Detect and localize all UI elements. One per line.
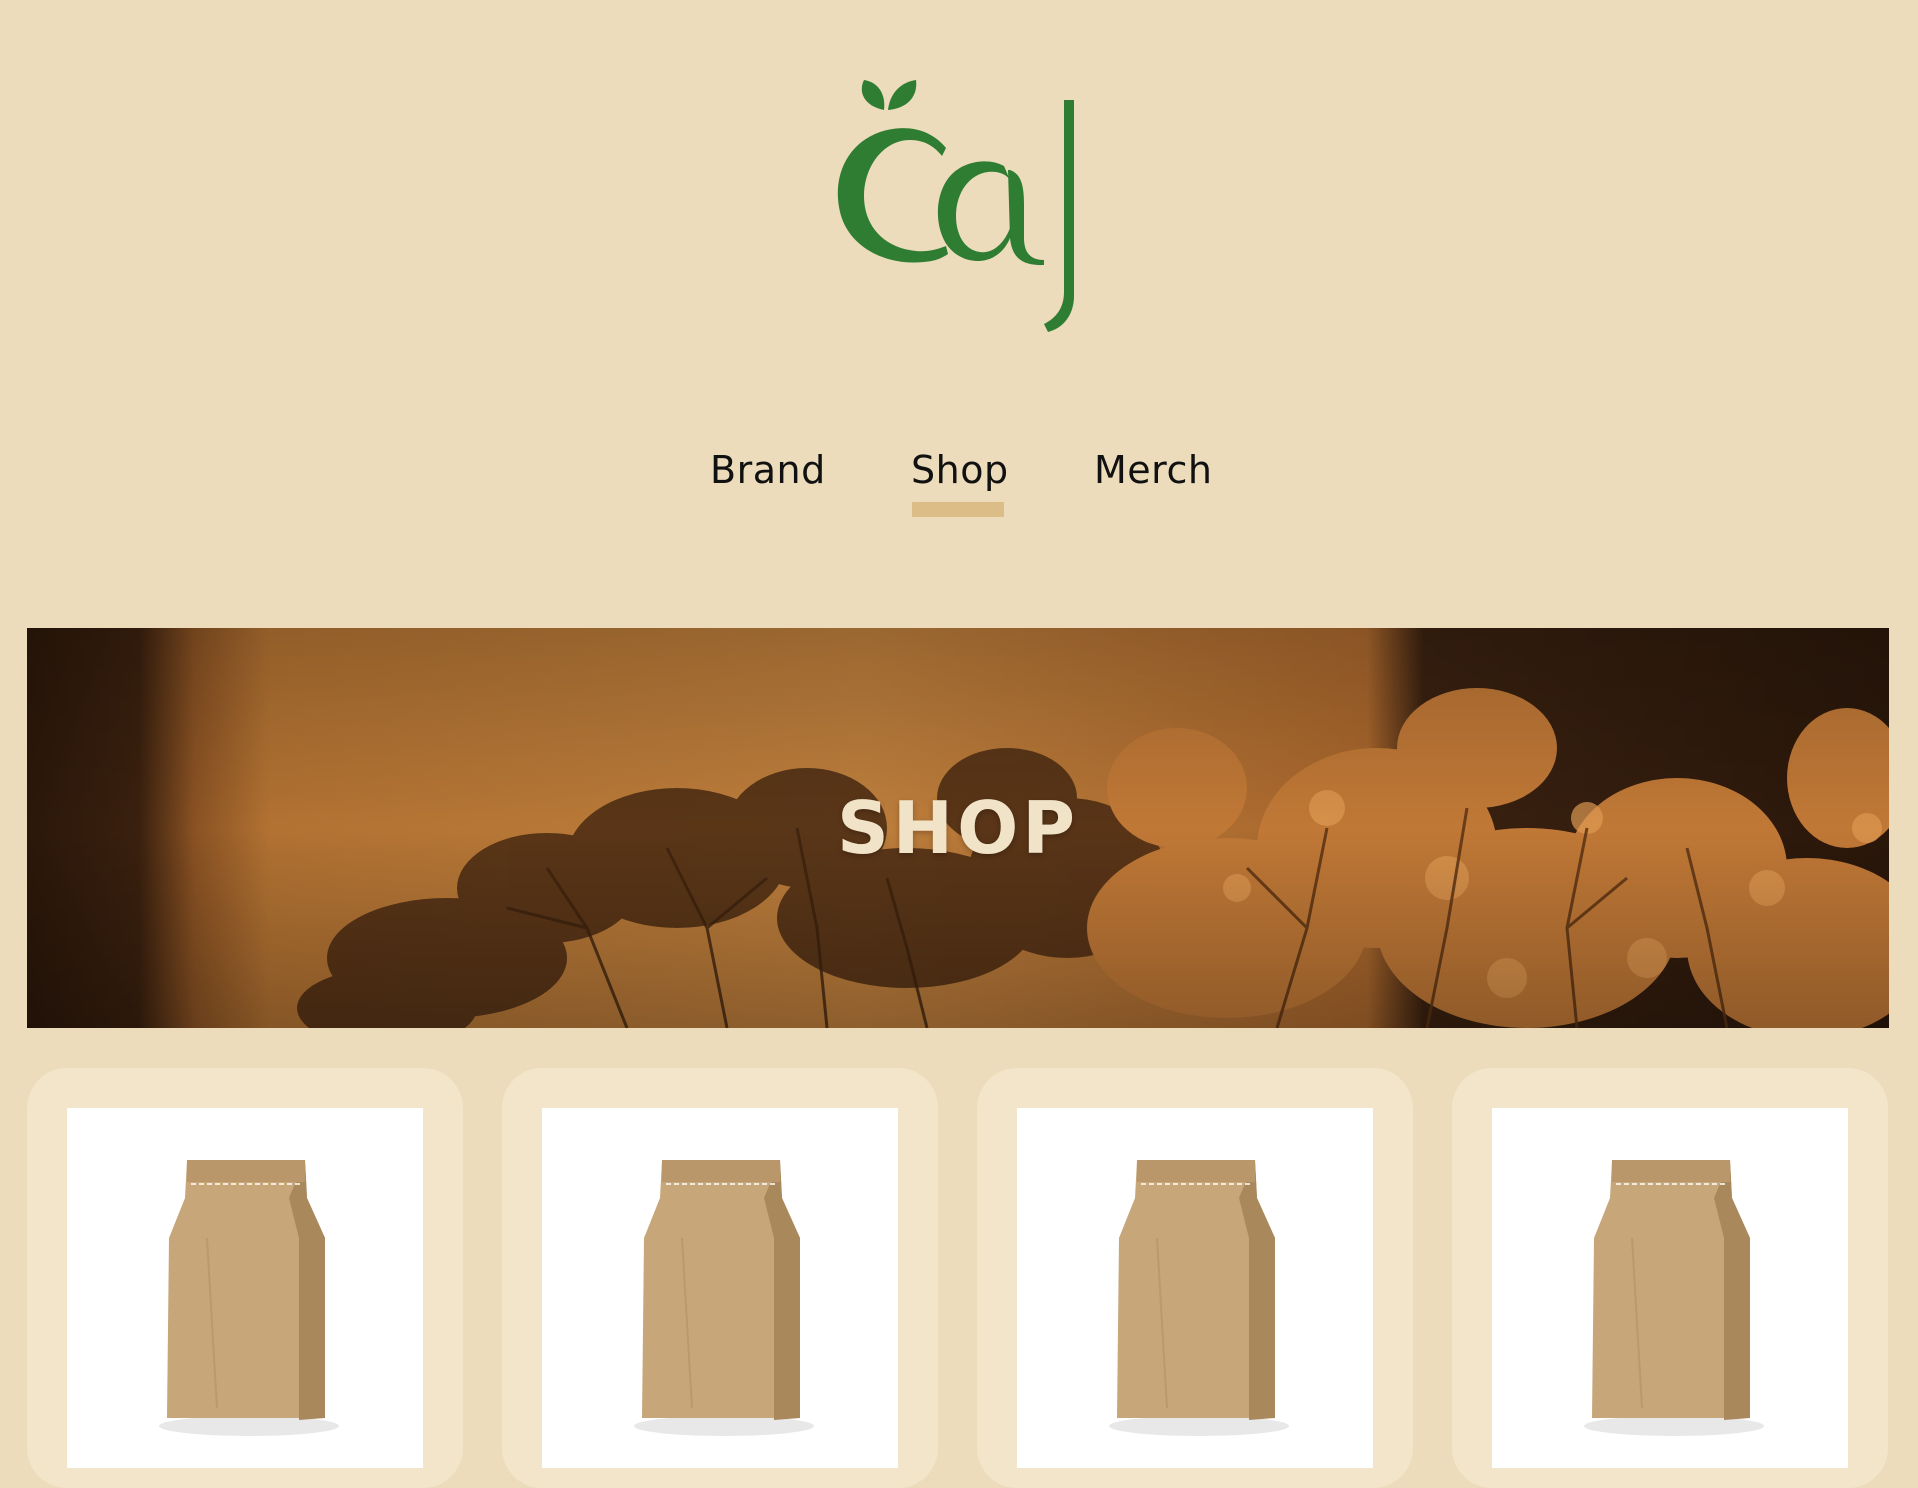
hero-banner: SHOP [27, 628, 1889, 1028]
kraft-bag-icon [159, 1160, 339, 1436]
product-image[interactable] [1017, 1108, 1373, 1468]
kraft-bag-icon [1109, 1160, 1289, 1436]
caj-logo-icon [837, 80, 1074, 332]
kraft-bag-icon [634, 1160, 814, 1436]
nav-active-indicator [912, 502, 1004, 517]
hero-title: SHOP [836, 786, 1080, 870]
product-card[interactable] [977, 1068, 1413, 1488]
product-grid [27, 1068, 1889, 1488]
product-image[interactable] [67, 1108, 423, 1468]
product-image[interactable] [542, 1108, 898, 1468]
product-card[interactable] [27, 1068, 463, 1488]
product-image[interactable] [1492, 1108, 1848, 1468]
product-card[interactable] [1452, 1068, 1888, 1488]
brand-logo[interactable] [818, 70, 1098, 340]
kraft-bag-icon [1584, 1160, 1764, 1436]
nav-brand-link[interactable]: Brand [710, 440, 826, 500]
product-card[interactable] [502, 1068, 938, 1488]
nav-shop-link[interactable]: Shop [911, 440, 1009, 500]
nav-merch-link[interactable]: Merch [1094, 440, 1212, 500]
